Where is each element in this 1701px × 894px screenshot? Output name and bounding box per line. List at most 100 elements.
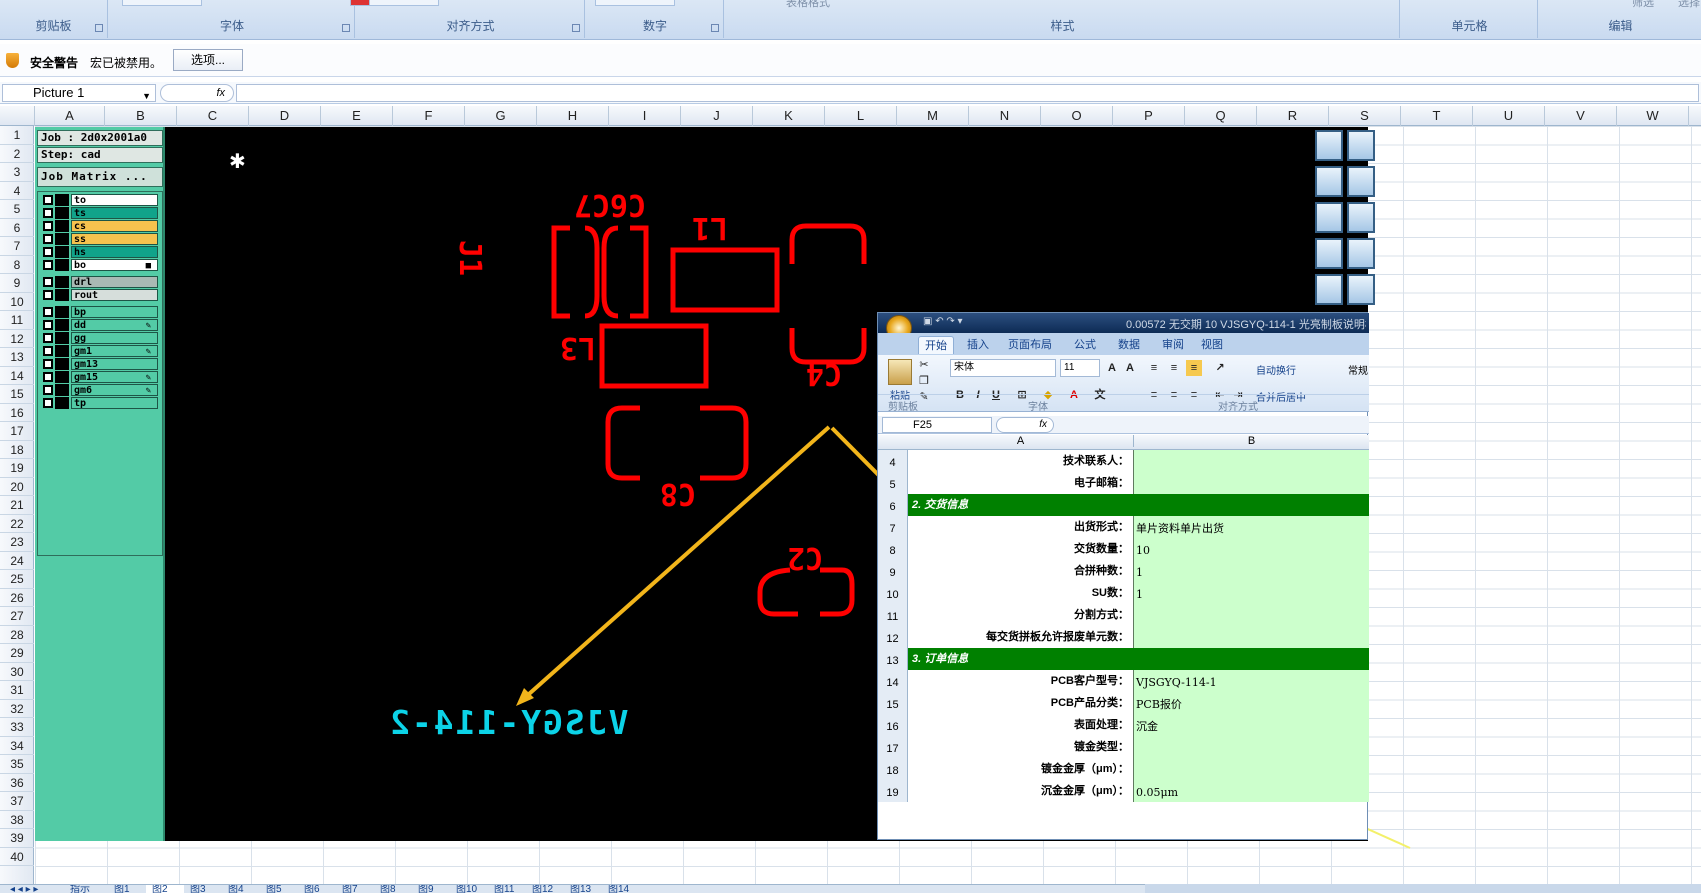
excel-label-cell[interactable]: 分割方式： (908, 604, 1134, 626)
column-header-k[interactable]: K (753, 106, 825, 126)
excel-value-cell[interactable]: 单片资料单片出货 (1134, 516, 1369, 538)
layer-affected-toggle[interactable] (55, 306, 69, 318)
excel-row-number[interactable]: 5 (878, 472, 908, 494)
row-header-37[interactable]: 37 (0, 792, 34, 811)
formula-input[interactable] (236, 84, 1699, 102)
horizontal-scrollbar[interactable] (1145, 884, 1701, 893)
column-header-e[interactable]: E (321, 106, 393, 126)
zoom-out-icon[interactable] (1347, 130, 1375, 161)
excel-value-cell[interactable]: 0.05μm (1134, 780, 1369, 802)
row-header-33[interactable]: 33 (0, 718, 34, 737)
zoom-in-icon[interactable] (1315, 130, 1343, 161)
layer-affected-toggle[interactable] (55, 358, 69, 370)
snap-icon[interactable] (1315, 274, 1343, 305)
excel-value-cell[interactable] (1134, 736, 1369, 758)
orientation-icon[interactable]: ↗ (1212, 360, 1228, 376)
excel-row[interactable]: 9 合拼种数： 1 (878, 560, 1369, 582)
row-header-40[interactable]: 40 (0, 848, 34, 866)
zoom-home-icon[interactable] (1347, 166, 1375, 197)
job-matrix-button[interactable]: Job Matrix ... (37, 167, 163, 187)
layer-row-rout[interactable]: rout (41, 289, 161, 301)
pan-icon[interactable] (1347, 202, 1375, 233)
layer-checkbox[interactable] (43, 234, 53, 244)
excel-row[interactable]: 10 SU数： 1 (878, 582, 1369, 604)
layer-affected-toggle[interactable] (55, 384, 69, 396)
layer-name[interactable]: gm15 ✎ (71, 371, 158, 383)
excel-row[interactable]: 7 出货形式： 单片资料单片出货 (878, 516, 1369, 538)
excel-row[interactable]: 16 表面处理： 沉金 (878, 714, 1369, 736)
layer-checkbox[interactable] (43, 247, 53, 257)
layer-row-dd[interactable]: dd ✎ (41, 319, 161, 331)
dialog-launcher-icon[interactable] (572, 24, 580, 32)
dialog-launcher-icon[interactable] (95, 24, 103, 32)
number-format-box[interactable] (595, 0, 675, 6)
layer-name[interactable]: ts (71, 207, 158, 219)
excel-value-cell[interactable] (1134, 450, 1369, 472)
layer-affected-toggle[interactable] (55, 319, 69, 331)
excel-row-number[interactable]: 16 (878, 714, 908, 736)
row-header-12[interactable]: 12 (0, 330, 34, 348)
cut-icon[interactable]: ✂ (916, 357, 932, 373)
excel-label-cell[interactable]: 2. 交货信息 (908, 494, 1134, 516)
excel-row-number[interactable]: 9 (878, 560, 908, 582)
layer-checkbox[interactable] (43, 277, 53, 287)
column-header-i[interactable]: I (609, 106, 681, 126)
chevron-down-icon[interactable]: ▼ (142, 88, 151, 104)
layer-affected-toggle[interactable] (55, 276, 69, 288)
column-header-o[interactable]: O (1041, 106, 1113, 126)
row-header-35[interactable]: 35 (0, 755, 34, 774)
excel-label-cell[interactable]: 技术联系人： (908, 450, 1134, 472)
row-header-22[interactable]: 22 (0, 515, 34, 533)
column-header-s[interactable]: S (1329, 106, 1401, 126)
fit-view-icon[interactable] (1315, 202, 1343, 233)
insert-function-button[interactable]: fx (160, 84, 234, 102)
layer-checkbox[interactable] (43, 260, 53, 270)
excel-row[interactable]: 17 镀金类型： (878, 736, 1369, 758)
excel-row[interactable]: 8 交货数量： 10 (878, 538, 1369, 560)
excel-row-number[interactable]: 15 (878, 692, 908, 714)
column-header-g[interactable]: G (465, 106, 537, 126)
column-header-n[interactable]: N (969, 106, 1041, 126)
excel-label-cell[interactable]: 交货数量： (908, 538, 1134, 560)
row-header-28[interactable]: 28 (0, 626, 34, 644)
row-header-19[interactable]: 19 (0, 459, 34, 478)
wrap-text-button[interactable]: 自动换行 (1256, 362, 1296, 377)
excel-value-cell[interactable]: 10 (1134, 538, 1369, 560)
excel-row[interactable]: 4 技术联系人： (878, 450, 1369, 472)
excel-row[interactable]: 13 3. 订单信息 (878, 648, 1369, 670)
layer-row-gm6[interactable]: gm6 ✎ (41, 384, 161, 396)
excel-row[interactable]: 14 PCB客户型号： VJSGYQ-114-1 (878, 670, 1369, 692)
excel-value-cell[interactable]: 沉金 (1134, 714, 1369, 736)
layer-name[interactable]: bo ■ (71, 259, 158, 271)
excel-label-cell[interactable]: 电子邮箱： (908, 472, 1134, 494)
layer-name[interactable]: ss (71, 233, 158, 245)
dialog-launcher-icon[interactable] (711, 24, 719, 32)
excel-row-number[interactable]: 19 (878, 780, 908, 802)
row-header-9[interactable]: 9 (0, 274, 34, 293)
layer-affected-toggle[interactable] (55, 220, 69, 232)
excel-row[interactable]: 5 电子邮箱： (878, 472, 1369, 494)
excel-tab-2[interactable]: 页面布局 (1000, 336, 1060, 354)
excel-value-cell[interactable]: PCB报价 (1134, 692, 1369, 714)
row-header-2[interactable]: 2 (0, 145, 34, 163)
excel-row-number[interactable]: 17 (878, 736, 908, 758)
layer-checkbox[interactable] (43, 398, 53, 408)
font-name-box[interactable]: 宋体 (950, 359, 1056, 377)
row-header-25[interactable]: 25 (0, 570, 34, 589)
shrink-font-icon[interactable]: A (1122, 360, 1138, 376)
align-bottom-icon[interactable]: ≡ (1186, 360, 1202, 376)
row-header-5[interactable]: 5 (0, 200, 34, 219)
ribbon-group-styles[interactable]: 表格格式 样式 (726, 0, 1400, 38)
dialog-launcher-icon[interactable] (342, 24, 350, 32)
excel-col-b[interactable]: B (1134, 435, 1369, 447)
grid-icon[interactable] (1347, 238, 1375, 269)
name-box[interactable]: Picture 1 ▼ (2, 84, 156, 102)
measure-icon[interactable] (1315, 238, 1343, 269)
row-header-24[interactable]: 24 (0, 552, 34, 570)
align-buttons[interactable] (369, 0, 439, 6)
layer-affected-toggle[interactable] (55, 246, 69, 258)
layer-row-tp[interactable]: tp (41, 397, 161, 409)
align-top-icon[interactable]: ≡ (1146, 360, 1162, 376)
layer-affected-toggle[interactable] (55, 397, 69, 409)
row-header-27[interactable]: 27 (0, 607, 34, 626)
